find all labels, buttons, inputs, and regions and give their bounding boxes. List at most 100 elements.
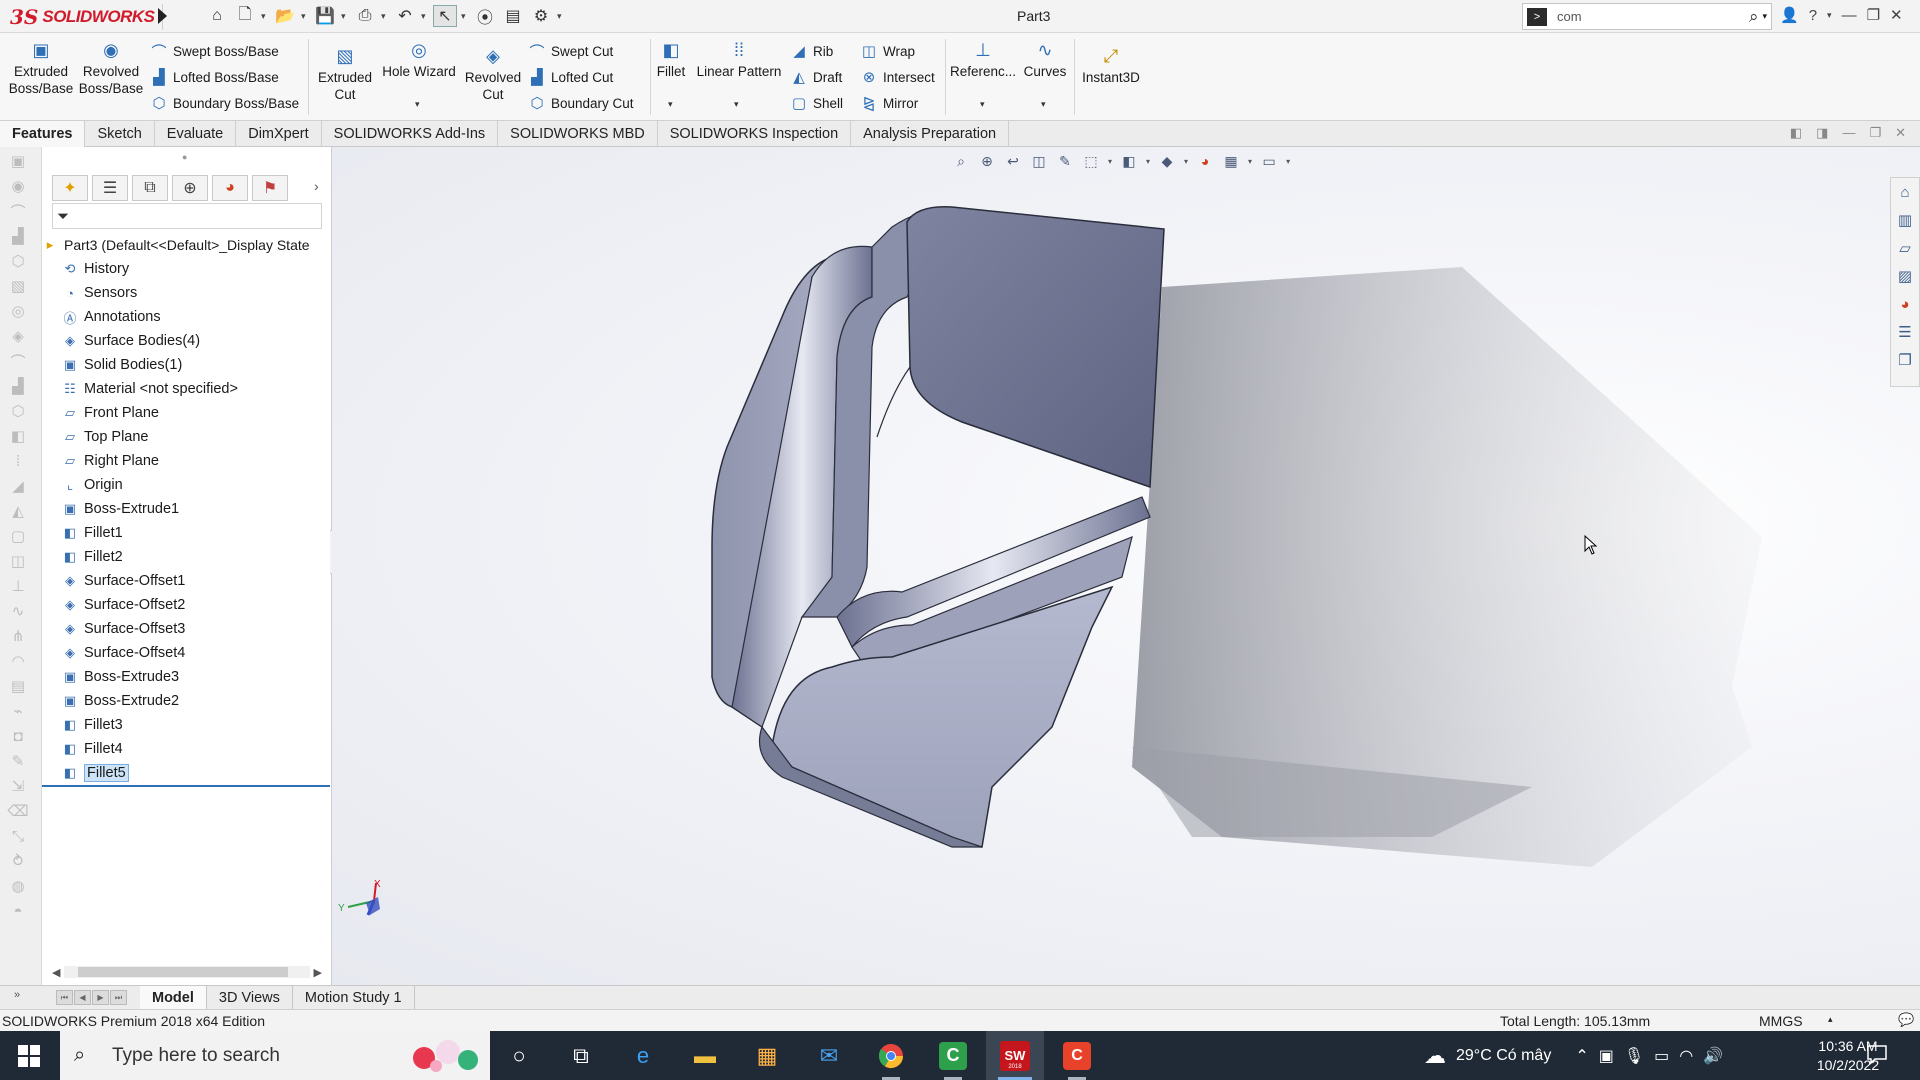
tree-item[interactable]: ▣ Solid Bodies(1) [42, 353, 332, 377]
status-message-icon[interactable]: 💬 [1898, 1012, 1914, 1028]
mold-icon[interactable]: ◘ [5, 725, 31, 747]
reference-geometry-button[interactable]: ⊥ Referenc... [950, 39, 1016, 80]
search-icon[interactable]: ⌕ [1749, 7, 1759, 27]
lofted-cut-button[interactable]: ▟ Lofted Cut [528, 66, 613, 88]
menu-expand-arrow-icon[interactable] [158, 8, 167, 24]
dimxpert-manager-icon[interactable]: ⊕ [172, 175, 208, 201]
chevron-down-icon[interactable]: ▾ [1248, 157, 1252, 166]
chevron-down-icon[interactable]: ▾ [1286, 157, 1290, 166]
tree-item[interactable]: ▣ Boss-Extrude3 [42, 665, 332, 689]
unit-system-selector[interactable]: MMGS [1759, 1013, 1803, 1029]
print-icon[interactable]: ⎙ [353, 5, 377, 27]
undo-icon[interactable]: ↶ [393, 5, 417, 27]
tree-root-part[interactable]: ▸ Part3 (Default<<Default>_Display State [42, 233, 332, 257]
tree-item[interactable]: ⟲ History [42, 257, 332, 281]
traffic-light-icon[interactable]: ⦿ [473, 5, 497, 27]
cortana-icon[interactable]: ○ [490, 1031, 548, 1080]
chevron-down-icon[interactable]: ▾ [980, 99, 985, 110]
chevron-down-icon[interactable]: ▾ [557, 11, 565, 22]
custom-properties-icon[interactable]: ☰ [1891, 318, 1919, 346]
move-face-icon[interactable]: ⇲ [5, 775, 31, 797]
solidworks-taskbar-icon[interactable]: SW 2018 [986, 1031, 1044, 1080]
revolve-icon[interactable]: ◉ [5, 175, 31, 197]
microphone-icon[interactable]: 🎙 [1624, 1046, 1644, 1066]
tree-item[interactable]: ▣ Boss-Extrude2 [42, 689, 332, 713]
section-view-icon[interactable]: ◫ [1030, 152, 1048, 170]
home-icon[interactable]: ⌂ [205, 5, 229, 27]
open-folder-icon[interactable]: 📂 [273, 5, 297, 27]
appearances-icon[interactable]: ◕ [1891, 290, 1919, 318]
direct-edit-icon[interactable]: ✎ [5, 750, 31, 772]
tree-item[interactable]: ◧ Fillet5 [42, 761, 332, 785]
scroll-left-icon[interactable]: ◀ [52, 966, 64, 979]
tree-item[interactable]: ◧ Fillet4 [42, 737, 332, 761]
configuration-manager-icon[interactable]: ⧉ [132, 175, 168, 201]
property-manager-icon[interactable]: ☰ [92, 175, 128, 201]
mail-icon[interactable]: ✉ [800, 1031, 858, 1080]
revolved-cut-button[interactable]: ◈ Revolved Cut [462, 45, 524, 103]
restore-icon[interactable]: ❐ [1867, 6, 1880, 24]
taskbar-search-input[interactable]: Type here to search [112, 1045, 408, 1067]
cut-icon[interactable]: ▧ [5, 275, 31, 297]
intersect-button[interactable]: ⊗ Intersect [860, 66, 935, 88]
cam-manager-icon[interactable]: ⚑ [252, 175, 288, 201]
sheet-icon[interactable]: ▤ [5, 675, 31, 697]
graphics-viewport[interactable]: ⌕ ⊕ ↩ ◫ ✎ ⬚ ▾ ◧ ▾ ◆ ▾ ◕ ▦ ▾ ▭ ▾ ⌂ ▥ ▱ ▨ ◕ ☰ ❐… [332, 147, 1920, 985]
draft-icon[interactable]: ◭ [5, 500, 31, 522]
tab-motion-study[interactable]: Motion Study 1 [293, 986, 415, 1010]
user-account-icon[interactable]: 👤 [1780, 6, 1799, 24]
draft-button[interactable]: ◭ Draft [790, 66, 842, 88]
tree-item[interactable]: ◈ Surface-Offset1 [42, 569, 332, 593]
curves-icon[interactable]: ∿ [5, 600, 31, 622]
boundary-boss-button[interactable]: ⬡ Boundary Boss/Base [150, 92, 299, 114]
view-orientation-icon[interactable]: ⬚ [1082, 152, 1100, 170]
chevron-up-icon[interactable]: ▴ [1828, 1014, 1833, 1025]
tree-item[interactable]: ◧ Fillet3 [42, 713, 332, 737]
panel-grip-icon[interactable]: ● [182, 152, 187, 162]
file-explorer-icon[interactable]: ▱ [1891, 234, 1919, 262]
search-commands-box[interactable]: > com ⌕ ▾ [1522, 3, 1772, 30]
boundary-cut-icon[interactable]: ⬡ [5, 400, 31, 422]
extrude-icon[interactable]: ▣ [5, 150, 31, 172]
pattern-icon[interactable]: ⁞ [5, 450, 31, 472]
tab-analysis-preparation[interactable]: Analysis Preparation [851, 121, 1010, 147]
tab-features[interactable]: Features [0, 121, 86, 147]
tab-3d-views[interactable]: 3D Views [207, 986, 293, 1010]
tab-addins[interactable]: SOLIDWORKS Add-Ins [322, 121, 499, 147]
tree-item[interactable]: ◈ Surface-Offset4 [42, 641, 332, 665]
reference-icon[interactable]: ⊥ [5, 575, 31, 597]
sweep-icon[interactable]: ⌒ [5, 200, 31, 222]
tree-item[interactable]: ◔ Sensors [42, 281, 332, 305]
tree-item[interactable]: ▣ Boss-Extrude1 [42, 497, 332, 521]
meet-now-icon[interactable]: ▣ [1599, 1046, 1614, 1066]
edit-appearance-icon[interactable]: ◕ [1196, 152, 1214, 170]
scroll-track[interactable] [64, 966, 310, 978]
prev-tab-icon[interactable]: ◀ [74, 990, 91, 1005]
start-button[interactable] [0, 1031, 58, 1080]
freeform-icon[interactable]: ◍ [5, 875, 31, 897]
weather-readout[interactable]: 29°C Có mây [1456, 1047, 1551, 1065]
chevron-down-icon[interactable]: ▾ [415, 99, 420, 110]
display-style-icon[interactable]: ◧ [1120, 152, 1138, 170]
forum-icon[interactable]: ❐ [1891, 346, 1919, 374]
chevron-down-icon[interactable]: ▾ [421, 11, 429, 22]
display-manager-icon[interactable]: ◕ [212, 175, 248, 201]
hide-show-items-icon[interactable]: ◆ [1158, 152, 1176, 170]
edge-browser-icon[interactable]: e [614, 1031, 672, 1080]
tab-inspection[interactable]: SOLIDWORKS Inspection [658, 121, 852, 147]
options-gear-icon[interactable]: ⚙ [529, 5, 553, 27]
view-settings-icon[interactable]: ▭ [1260, 152, 1278, 170]
microsoft-store-icon[interactable]: ▦ [738, 1031, 796, 1080]
surface-icon[interactable]: ◠ [5, 650, 31, 672]
tree-item[interactable]: ▱ Right Plane [42, 449, 332, 473]
tree-filter-field[interactable]: ⏷ [52, 203, 322, 229]
dome-icon[interactable]: ◓ [5, 900, 31, 922]
rib-button[interactable]: ◢ Rib [790, 40, 833, 62]
wrap-button[interactable]: ◫ Wrap [860, 40, 915, 62]
wifi-icon[interactable]: ◠ [1679, 1046, 1693, 1066]
chevron-down-icon[interactable]: ▾ [261, 11, 269, 22]
tab-sketch[interactable]: Sketch [85, 121, 155, 147]
lofted-boss-button[interactable]: ▟ Lofted Boss/Base [150, 66, 279, 88]
search-input[interactable]: com [1557, 9, 1749, 24]
hole-icon[interactable]: ◎ [5, 300, 31, 322]
